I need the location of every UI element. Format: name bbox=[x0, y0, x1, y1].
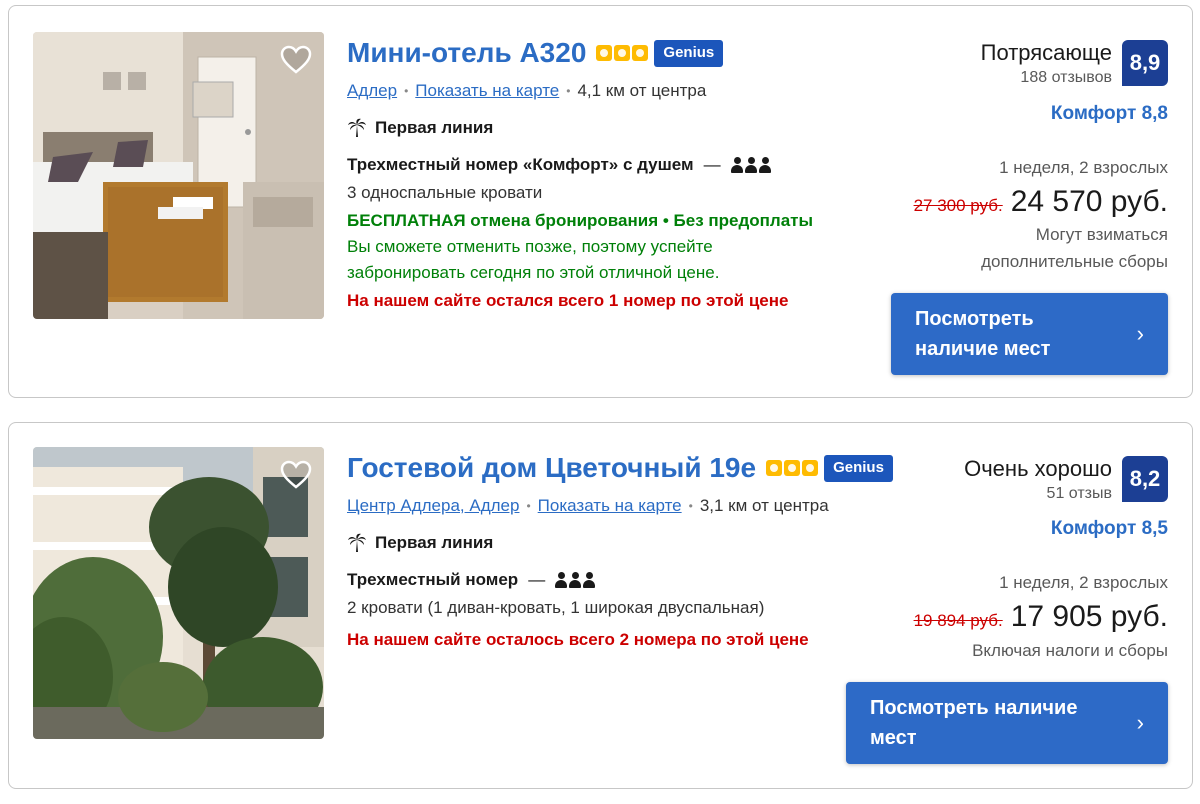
property-photo[interactable] bbox=[33, 32, 324, 319]
price-row: 19 894 руб. 17 905 руб. bbox=[914, 599, 1168, 635]
separator-dot: • bbox=[404, 84, 409, 98]
dash-separator: — bbox=[703, 155, 721, 174]
review-score-block[interactable]: Потрясающе 188 отзывов 8,9 bbox=[981, 39, 1168, 89]
fees-note: Включая налоги и сборы bbox=[972, 641, 1168, 660]
property-photo[interactable] bbox=[33, 447, 324, 739]
room-type: Трехместный номер «Комфорт» с душем bbox=[347, 155, 694, 174]
show-on-map-link[interactable]: Показать на карте bbox=[415, 81, 559, 101]
genius-badge[interactable]: Genius bbox=[824, 454, 893, 482]
separator-dot: • bbox=[566, 84, 571, 98]
room-type-row: Трехместный номер «Комфорт» с душем — bbox=[347, 152, 867, 178]
property-card: Мини-отель А320 Genius Адлер • Показать … bbox=[8, 5, 1193, 398]
location-row: Центр Адлера, Адлер • Показать на карте … bbox=[347, 493, 867, 519]
title-row: Мини-отель А320 Genius bbox=[347, 32, 867, 74]
review-count: 188 отзывов bbox=[1020, 69, 1112, 86]
star-rating bbox=[766, 460, 819, 476]
scarcity-message: На нашем сайте остался всего 1 номер по … bbox=[347, 291, 789, 310]
price-row: 27 300 руб. 24 570 руб. bbox=[914, 184, 1168, 220]
star-icon bbox=[596, 45, 613, 61]
palm-tree-icon bbox=[348, 118, 366, 137]
star-icon bbox=[614, 45, 631, 61]
bed-info: 3 односпальные кровати bbox=[347, 183, 543, 202]
location-link[interactable]: Адлер bbox=[347, 81, 397, 101]
beachfront-feature: Первая линия bbox=[347, 115, 867, 141]
see-availability-button[interactable]: Посмотреть наличие мест › bbox=[846, 682, 1168, 764]
room-type-row: Трехместный номер — bbox=[347, 567, 867, 593]
rating-word: Очень хорошо bbox=[964, 456, 1112, 481]
occupancy-icon bbox=[730, 157, 771, 173]
property-card: Гостевой дом Цветочный 19е Genius Центр … bbox=[8, 422, 1193, 789]
original-price: 27 300 руб. bbox=[913, 196, 1003, 215]
separator-dot: • bbox=[688, 499, 693, 513]
beachfront-feature: Первая линия bbox=[347, 530, 867, 556]
fees-note: Могут взиматься дополнительные сборы bbox=[981, 225, 1168, 271]
property-info: Мини-отель А320 Genius Адлер • Показать … bbox=[347, 32, 867, 314]
title-row: Гостевой дом Цветочный 19е Genius bbox=[347, 447, 893, 489]
location-row: Адлер • Показать на карте • 4,1 км от це… bbox=[347, 78, 867, 104]
feature-label: Первая линия bbox=[375, 118, 494, 137]
comfort-score: Комфорт 8,5 bbox=[1050, 518, 1168, 539]
hotel-name-link[interactable]: Гостевой дом Цветочный 19е bbox=[347, 452, 756, 484]
guesthouse-courtyard-photo bbox=[33, 447, 324, 739]
distance-text: 4,1 км от центра bbox=[577, 81, 707, 100]
dash-separator: — bbox=[528, 570, 546, 589]
chevron-right-icon: › bbox=[1136, 321, 1144, 346]
bed-info: 2 кровати (1 диван-кровать, 1 широкая дв… bbox=[347, 598, 765, 617]
comfort-score: Комфорт 8,8 bbox=[1050, 103, 1168, 124]
stay-length: 1 неделя, 2 взрослых bbox=[999, 573, 1168, 592]
star-icon bbox=[784, 460, 801, 476]
genius-badge[interactable]: Genius bbox=[654, 39, 724, 67]
distance-text: 3,1 км от центра bbox=[699, 496, 829, 515]
free-cancellation: БЕСПЛАТНАЯ отмена бронирования • Без пре… bbox=[347, 211, 814, 230]
show-on-map-link[interactable]: Показать на карте bbox=[538, 496, 682, 516]
favorite-button[interactable] bbox=[278, 457, 314, 493]
star-icon bbox=[632, 45, 649, 61]
heart-icon bbox=[280, 460, 312, 489]
person-icon bbox=[583, 572, 596, 588]
stay-length: 1 неделя, 2 взрослых bbox=[999, 158, 1168, 177]
heart-icon bbox=[280, 45, 312, 74]
feature-label: Первая линия bbox=[375, 533, 494, 552]
hotel-room-photo bbox=[33, 32, 324, 319]
review-count: 51 отзыв bbox=[1046, 485, 1112, 502]
occupancy-icon bbox=[555, 572, 596, 588]
person-icon bbox=[730, 157, 743, 173]
star-icon bbox=[766, 460, 783, 476]
room-type: Трехместный номер bbox=[347, 570, 519, 589]
review-score-block[interactable]: Очень хорошо 51 отзыв 8,2 bbox=[964, 455, 1168, 505]
person-icon bbox=[569, 572, 582, 588]
scarcity-message: На нашем сайте осталось всего 2 номера п… bbox=[347, 630, 809, 649]
current-price: 17 905 руб. bbox=[1010, 600, 1168, 633]
palm-tree-icon bbox=[348, 533, 366, 552]
rating-text: Очень хорошо 51 отзыв bbox=[964, 455, 1112, 505]
person-icon bbox=[758, 157, 771, 173]
rating-text: Потрясающе 188 отзывов bbox=[981, 39, 1112, 89]
chevron-right-icon: › bbox=[1136, 710, 1144, 735]
location-link[interactable]: Центр Адлера, Адлер bbox=[347, 496, 519, 516]
person-icon bbox=[555, 572, 568, 588]
button-label: Посмотреть наличие мест bbox=[870, 697, 1078, 749]
star-rating bbox=[596, 45, 649, 61]
separator-dot: • bbox=[526, 499, 531, 513]
star-icon bbox=[802, 460, 819, 476]
button-label: Посмотреть наличие мест bbox=[915, 308, 1051, 360]
current-price: 24 570 руб. bbox=[1010, 185, 1168, 218]
original-price: 19 894 руб. bbox=[913, 611, 1003, 630]
see-availability-button[interactable]: Посмотреть наличие мест › bbox=[891, 293, 1168, 375]
review-score-badge: 8,2 bbox=[1122, 456, 1168, 502]
rating-word: Потрясающе bbox=[980, 40, 1112, 65]
review-score-badge: 8,9 bbox=[1122, 40, 1168, 86]
cancellation-note: Вы сможете отменить позже, поэтому успей… bbox=[347, 237, 720, 282]
hotel-name-link[interactable]: Мини-отель А320 bbox=[347, 37, 586, 69]
favorite-button[interactable] bbox=[278, 42, 314, 78]
person-icon bbox=[744, 157, 757, 173]
property-info: Гостевой дом Цветочный 19е Genius Центр … bbox=[347, 447, 893, 653]
